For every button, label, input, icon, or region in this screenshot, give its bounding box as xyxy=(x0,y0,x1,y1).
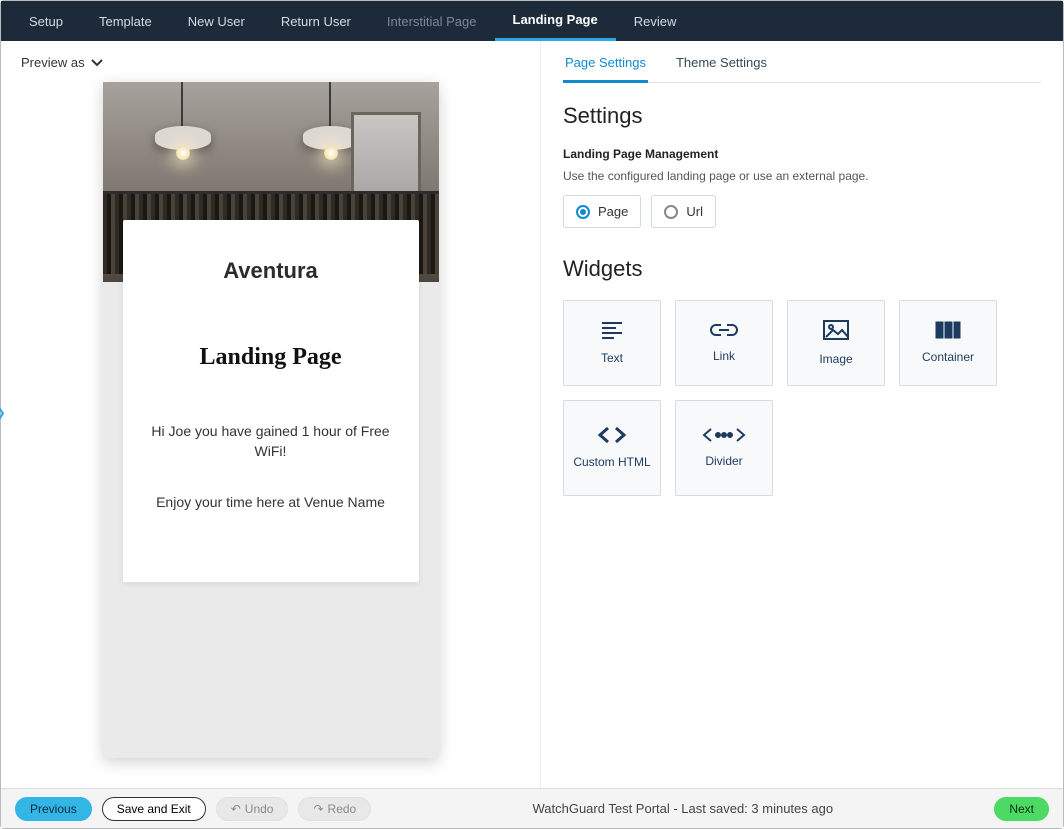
radio-page[interactable]: Page xyxy=(563,195,641,228)
widget-label: Link xyxy=(713,349,735,363)
widget-container[interactable]: Container xyxy=(899,300,997,386)
widget-label: Custom HTML xyxy=(573,455,650,469)
preview-as-label: Preview as xyxy=(21,55,85,70)
widget-divider[interactable]: Divider xyxy=(675,400,773,496)
preview-device: Aventura Landing Page Hi Joe you have ga… xyxy=(103,82,439,758)
previous-button[interactable]: Previous xyxy=(15,797,92,821)
divider-icon xyxy=(702,427,746,446)
settings-pane: Page Settings Theme Settings Settings La… xyxy=(541,41,1063,790)
settings-subhead: Landing Page Management xyxy=(563,147,1041,161)
widget-link[interactable]: Link xyxy=(675,300,773,386)
next-button[interactable]: Next xyxy=(994,797,1049,821)
save-and-exit-button[interactable]: Save and Exit xyxy=(102,797,206,821)
link-icon xyxy=(710,322,738,341)
tab-template[interactable]: Template xyxy=(81,1,170,41)
radio-dot-icon xyxy=(576,205,590,219)
undo-icon: ↶ xyxy=(231,802,241,816)
text-icon xyxy=(600,320,624,343)
tab-review[interactable]: Review xyxy=(616,1,695,41)
landing-source-radio-group: Page Url xyxy=(563,195,1041,228)
tab-interstitial-page[interactable]: Interstitial Page xyxy=(369,1,495,41)
chevron-down-icon xyxy=(91,55,103,70)
undo-button[interactable]: ↶ Undo xyxy=(216,797,289,821)
widget-label: Image xyxy=(819,352,852,366)
widget-label: Divider xyxy=(705,454,742,468)
code-icon xyxy=(597,426,627,447)
footer-bar: Previous Save and Exit ↶ Undo ↷ Redo Watch… xyxy=(1,788,1063,828)
settings-heading: Settings xyxy=(563,103,1041,129)
tab-setup[interactable]: Setup xyxy=(11,1,81,41)
radio-dot-icon xyxy=(664,205,678,219)
preview-content-card: Aventura Landing Page Hi Joe you have ga… xyxy=(123,220,419,582)
tab-new-user[interactable]: New User xyxy=(170,1,263,41)
widget-image[interactable]: Image xyxy=(787,300,885,386)
widget-custom-html[interactable]: Custom HTML xyxy=(563,400,661,496)
tab-landing-page[interactable]: Landing Page xyxy=(495,1,616,41)
radio-url-label: Url xyxy=(686,204,703,219)
tab-theme-settings[interactable]: Theme Settings xyxy=(674,55,769,82)
preview-as-dropdown[interactable]: Preview as xyxy=(21,55,520,70)
redo-label: Redo xyxy=(328,802,357,816)
preview-line-1: Hi Joe you have gained 1 hour of Free Wi… xyxy=(141,421,401,462)
top-nav: Setup Template New User Return User Inte… xyxy=(1,1,1063,41)
settings-hint: Use the configured landing page or use a… xyxy=(563,169,1041,183)
radio-page-label: Page xyxy=(598,204,628,219)
widget-grid: Text Link xyxy=(563,300,1041,496)
image-icon xyxy=(822,319,850,344)
container-icon xyxy=(935,321,961,342)
preview-line-2: Enjoy your time here at Venue Name xyxy=(141,492,401,512)
undo-label: Undo xyxy=(245,802,274,816)
tab-return-user[interactable]: Return User xyxy=(263,1,369,41)
radio-url[interactable]: Url xyxy=(651,195,716,228)
widget-text[interactable]: Text xyxy=(563,300,661,386)
save-status: WatchGuard Test Portal - Last saved: 3 m… xyxy=(381,801,984,816)
widget-label: Text xyxy=(601,351,623,365)
preview-brand-title: Aventura xyxy=(141,258,401,284)
settings-tabs: Page Settings Theme Settings xyxy=(563,55,1041,83)
widgets-heading: Widgets xyxy=(563,256,1041,282)
expand-handle-icon[interactable] xyxy=(0,405,5,426)
tab-page-settings[interactable]: Page Settings xyxy=(563,55,648,83)
preview-headline: Landing Page xyxy=(141,344,401,371)
redo-icon: ↷ xyxy=(313,802,323,816)
preview-pane: Preview as Aventura Land xyxy=(1,41,541,790)
redo-button[interactable]: ↷ Redo xyxy=(298,797,371,821)
widget-label: Container xyxy=(922,350,974,364)
main-area: Preview as Aventura Land xyxy=(1,41,1063,790)
